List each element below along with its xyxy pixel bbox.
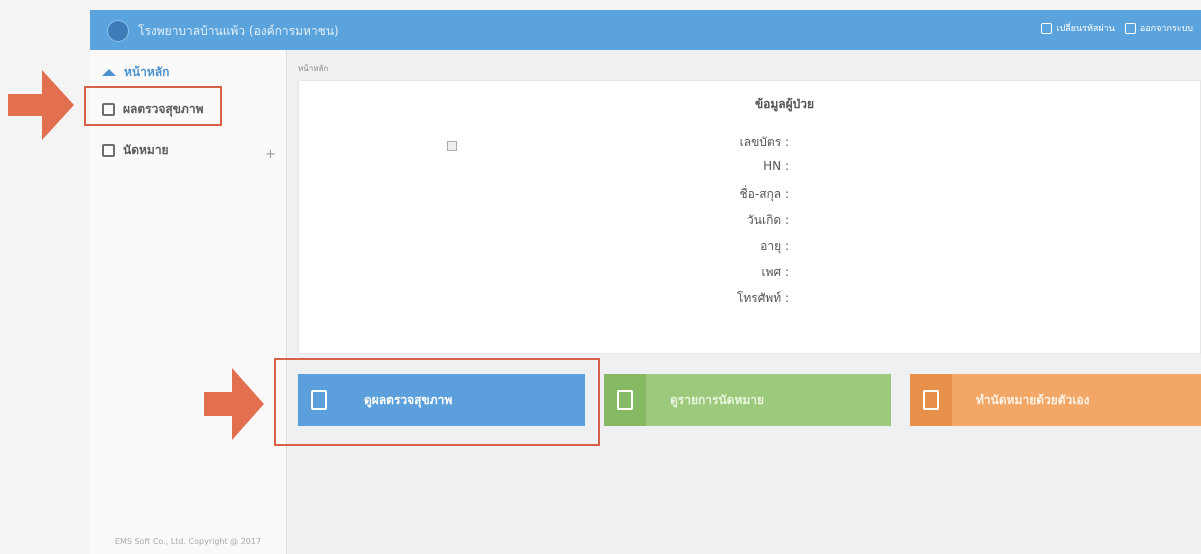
sidebar-item-label: นัดหมาย xyxy=(123,143,169,157)
tile-label: ดูรายการนัดหมาย xyxy=(670,392,765,407)
app-window: โรงพยาบาลบ้านแพ้ว (องค์การมหาชน) เปลี่ยน… xyxy=(90,10,1201,554)
view-appointments-tile[interactable]: ดูรายการนัดหมาย xyxy=(604,374,891,426)
gender-label: เพศ : xyxy=(761,265,790,279)
change-password-label: เปลี่ยนรหัสผ่าน xyxy=(1056,24,1115,34)
breadcrumb[interactable]: หน้าหลัก xyxy=(298,62,328,75)
app-title: โรงพยาบาลบ้านแพ้ว (องค์การมหาชน) xyxy=(138,24,339,38)
full-name-label: ชื่อ-สกุล : xyxy=(739,187,789,201)
id-card-label: เลขบัตร : xyxy=(739,135,789,149)
lock-icon xyxy=(1041,22,1053,34)
age-label: อายุ : xyxy=(760,239,789,253)
tile-label: ทำนัดหมายด้วยตัวเอง xyxy=(976,392,1090,407)
sidebar-pointer-arrow xyxy=(8,70,74,140)
tile-pointer-arrow xyxy=(204,368,266,440)
change-password-button[interactable]: เปลี่ยนรหัสผ่าน xyxy=(1041,21,1115,35)
calendar-icon xyxy=(102,144,115,157)
sidebar-item-home[interactable]: หน้าหลัก xyxy=(102,63,169,82)
logout-label: ออกจากระบบ xyxy=(1139,24,1193,34)
sidebar-item-appointments[interactable]: นัดหมาย xyxy=(102,141,169,160)
calendar-icon xyxy=(604,374,646,426)
home-icon xyxy=(102,69,116,76)
self-appointment-tile[interactable]: ทำนัดหมายด้วยตัวเอง xyxy=(910,374,1201,426)
birth-date-label: วันเกิด : xyxy=(747,213,789,227)
sidebar-highlight-box xyxy=(84,86,222,126)
patient-info-title: ข้อมูลผู้ป่วย xyxy=(754,97,815,111)
logout-button[interactable]: ออกจากระบบ xyxy=(1124,21,1193,35)
patient-info-panel: ข้อมูลผู้ป่วย เลขบัตร : HN : ชื่อ-สกุล :… xyxy=(298,80,1201,354)
patient-photo-broken-image-icon xyxy=(447,141,457,151)
phone-label: โทรศัพท์ : xyxy=(736,291,789,305)
note-icon xyxy=(910,374,952,426)
expand-appointments-icon[interactable]: + xyxy=(265,147,276,162)
copyright-text: EMS Soft Co., Ltd. Copyright @ 2017 xyxy=(114,537,262,546)
top-actions: เปลี่ยนรหัสผ่าน ออกจากระบบ xyxy=(1041,21,1193,35)
tile-highlight-box xyxy=(274,358,600,446)
sidebar-item-label: หน้าหลัก xyxy=(124,65,170,79)
top-bar: โรงพยาบาลบ้านแพ้ว (องค์การมหาชน) เปลี่ยน… xyxy=(90,10,1201,50)
logout-icon xyxy=(1124,22,1136,34)
hn-label: HN : xyxy=(763,159,789,173)
hospital-logo-icon xyxy=(107,20,129,42)
